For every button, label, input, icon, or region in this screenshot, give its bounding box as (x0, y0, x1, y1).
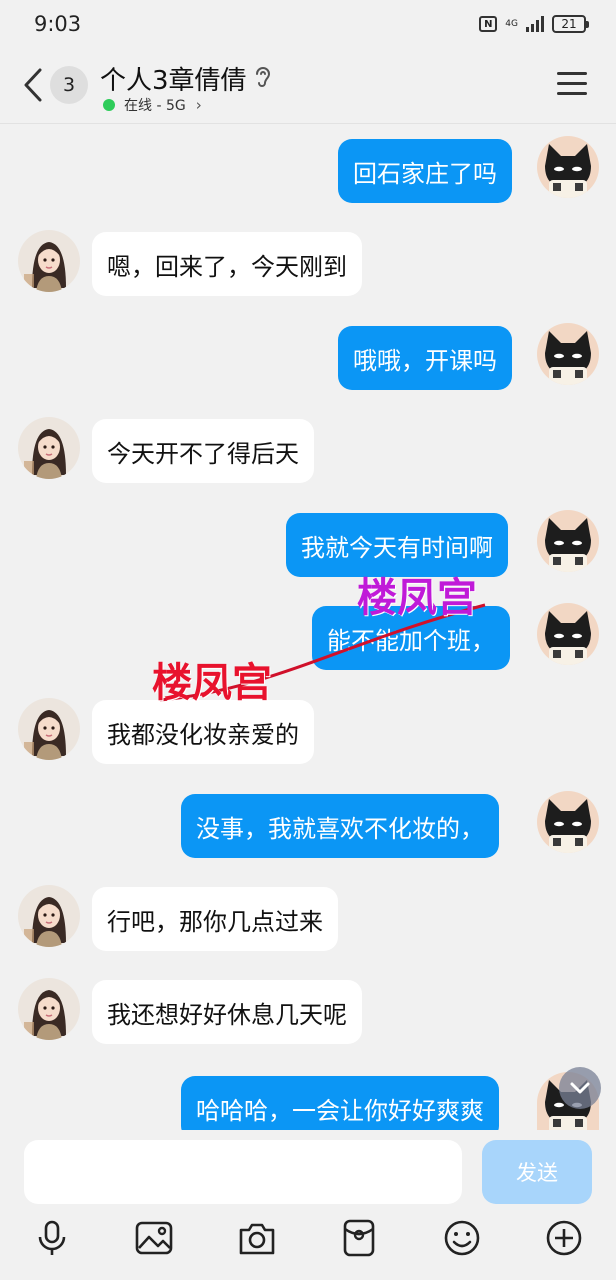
cat-avatar-icon (537, 510, 599, 572)
red-packet-icon[interactable] (339, 1218, 379, 1258)
presence-status[interactable]: 在线 - 5G › (103, 95, 202, 115)
message-bubble[interactable]: 我还想好好休息几天呢 (92, 980, 362, 1044)
avatar-self[interactable] (537, 510, 599, 572)
girl-avatar-icon (18, 230, 80, 292)
avatar-contact[interactable] (18, 978, 80, 1040)
plus-icon[interactable] (544, 1218, 584, 1258)
girl-avatar-icon (18, 978, 80, 1040)
chat-title[interactable]: 个人3章倩倩 (100, 60, 247, 97)
message-bubble[interactable]: 行吧，那你几点过来 (92, 887, 338, 951)
watermark-stroke (159, 603, 486, 702)
avatar-contact[interactable] (18, 885, 80, 947)
message-bubble[interactable]: 没事，我就喜欢不化妆的， (181, 794, 499, 858)
girl-avatar-icon (18, 417, 80, 479)
scroll-to-bottom-button[interactable] (559, 1067, 601, 1109)
status-icons: N 4G 21 (479, 15, 589, 33)
avatar-contact[interactable] (18, 698, 80, 760)
chevron-down-icon (570, 1082, 590, 1094)
image-icon[interactable] (134, 1218, 174, 1258)
nfc-icon: N (479, 16, 498, 32)
avatar-contact[interactable] (18, 230, 80, 292)
earpiece-mode-icon (256, 67, 271, 87)
avatar-self[interactable] (537, 791, 599, 853)
menu-icon[interactable] (557, 72, 587, 98)
status-time: 9:03 (34, 12, 82, 36)
cat-avatar-icon (537, 791, 599, 853)
avatar-self[interactable] (537, 603, 599, 665)
send-button[interactable]: 发送 (482, 1140, 592, 1204)
chevron-right-icon: › (195, 96, 202, 114)
chat-header: 3 个人3章倩倩 在线 - 5G › (0, 48, 616, 124)
microphone-icon[interactable] (32, 1218, 72, 1258)
message-bubble[interactable]: 今天开不了得后天 (92, 419, 314, 483)
message-bubble[interactable]: 我就今天有时间啊 (286, 513, 508, 577)
avatar-self[interactable] (537, 323, 599, 385)
input-bar: 发送 (0, 1130, 616, 1280)
cat-avatar-icon (537, 323, 599, 385)
status-bar: 9:03 N 4G 21 (0, 0, 616, 48)
emoji-icon[interactable] (442, 1218, 482, 1258)
unread-count-badge[interactable]: 3 (50, 66, 88, 104)
back-arrow-icon[interactable] (22, 67, 44, 103)
camera-icon[interactable] (237, 1218, 277, 1258)
avatar-contact[interactable] (18, 417, 80, 479)
signal-icon (526, 16, 544, 32)
cat-avatar-icon (537, 603, 599, 665)
online-dot-icon (103, 99, 115, 111)
avatar-self[interactable] (537, 136, 599, 198)
girl-avatar-icon (18, 885, 80, 947)
message-input[interactable] (24, 1140, 462, 1204)
message-bubble[interactable]: 嗯，回来了，今天刚到 (92, 232, 362, 296)
message-bubble[interactable]: 哦哦，开课吗 (338, 326, 512, 390)
battery-icon: 21 (552, 15, 589, 33)
presence-text: 在线 - 5G (124, 98, 186, 114)
network-type-icon: 4G (505, 18, 518, 29)
message-bubble[interactable]: 回石家庄了吗 (338, 139, 512, 203)
input-toolbar (0, 1218, 616, 1266)
girl-avatar-icon (18, 698, 80, 760)
cat-avatar-icon (537, 136, 599, 198)
